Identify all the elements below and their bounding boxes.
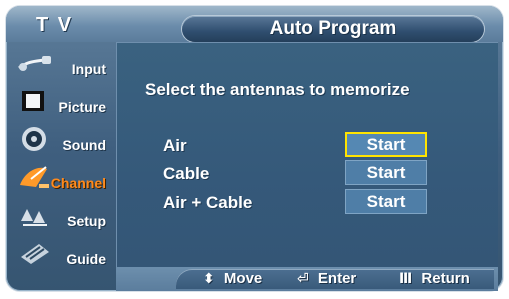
return-icon: Ⅲ [399,270,413,286]
enter-icon: ⏎ [297,270,309,286]
help-bar: ⬍ Move ⏎ Enter Ⅲ Return [116,267,498,291]
setup-icon [16,201,54,229]
sidebar-item-label: Picture [58,99,106,115]
page-title: Auto Program [182,16,484,42]
tv-osd-menu: T V Auto Program Input Picture Sound Cha… [0,0,509,299]
sidebar-item-input[interactable]: Input [12,45,112,81]
move-arrows-icon: ⬍ [203,270,215,286]
sidebar: Input Picture Sound Channel Setup Guide [12,45,114,283]
guide-icon [16,239,54,267]
satellite-dish-icon [16,163,54,191]
move-label: Move [223,270,263,287]
enter-label: Enter [317,270,357,287]
input-cable-icon [16,49,54,77]
sidebar-item-label: Channel [50,175,106,191]
picture-icon [16,87,54,115]
sidebar-item-sound[interactable]: Sound [12,121,112,157]
sidebar-item-label: Guide [66,251,106,267]
sidebar-item-label: Sound [62,137,106,153]
start-air-button[interactable]: Start [345,132,427,157]
speaker-icon [16,125,54,153]
tv-mode-label: T V [36,14,74,36]
start-air-cable-button[interactable]: Start [345,189,427,214]
instruction-heading: Select the antennas to memorize [145,80,410,99]
return-hint: Ⅲ Return [399,270,470,287]
move-hint: ⬍ Move [203,270,262,287]
return-label: Return [421,270,470,287]
antenna-option-cable: Cable [163,164,210,183]
antenna-option-air-cable: Air + Cable [163,193,253,212]
sidebar-item-label: Input [71,61,106,77]
antenna-option-air: Air [163,136,187,155]
menu-top-bar: T V Auto Program [6,6,503,42]
enter-hint: ⏎ Enter [297,270,356,287]
sidebar-item-picture[interactable]: Picture [12,83,112,119]
sidebar-item-channel[interactable]: Channel [12,159,112,195]
sidebar-item-setup[interactable]: Setup [12,197,112,233]
auto-program-panel: Select the antennas to memorize Air Star… [116,42,498,267]
sidebar-item-guide[interactable]: Guide [12,235,112,271]
start-cable-button[interactable]: Start [345,160,427,185]
sidebar-item-label: Setup [67,213,106,229]
